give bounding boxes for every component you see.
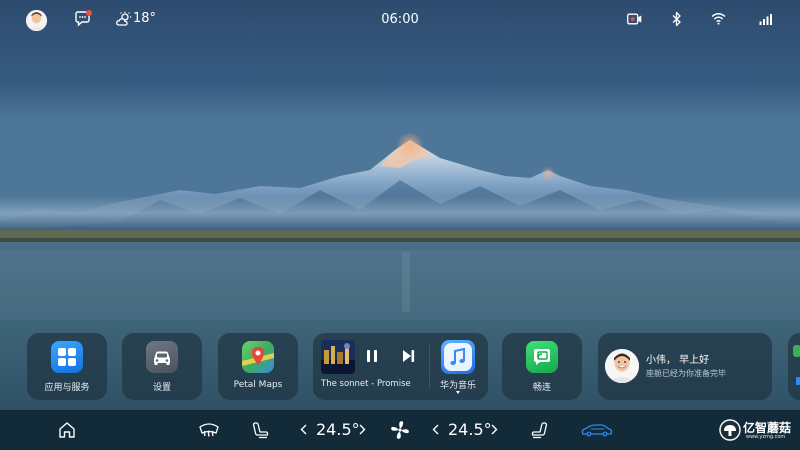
rear-defrost-icon[interactable] — [199, 422, 219, 438]
next-card-peek[interactable] — [788, 333, 800, 400]
chevron-right-icon[interactable] — [491, 424, 498, 435]
chevron-left-icon[interactable] — [300, 424, 307, 435]
chevron-down-icon[interactable] — [456, 391, 460, 394]
dashcam-record-icon[interactable] — [627, 13, 642, 25]
song-title: The sonnet - Promise — [321, 379, 411, 389]
app-label: 设置 — [152, 383, 171, 393]
music-app-label: 华为音乐 — [439, 381, 476, 391]
status-bar: 18° 06:00 — [0, 0, 800, 40]
wifi-icon[interactable] — [711, 12, 726, 25]
skip-next-icon[interactable] — [402, 349, 415, 363]
map-pin-icon[interactable] — [242, 341, 274, 373]
app-label: 应用与服务 — [44, 383, 90, 393]
fan-icon[interactable] — [390, 420, 410, 440]
watermark-logo-icon — [719, 419, 741, 441]
pause-icon[interactable] — [366, 349, 378, 363]
temperature-left: 24.5° — [316, 420, 360, 439]
indicator-partial — [796, 377, 800, 385]
watermark: 亿智蘑菇 www.yzmg.com — [719, 418, 793, 444]
app-icon-partial — [793, 345, 800, 357]
greeting-card[interactable]: 小伟， 早上好 座舱已经为你准备完毕 — [598, 333, 772, 400]
bluetooth-icon[interactable] — [672, 11, 682, 27]
temperature-right: 24.5° — [448, 420, 492, 439]
car-status-icon[interactable] — [581, 423, 613, 437]
climate-control-bar: 24.5° 24.5° — [0, 410, 800, 450]
watermark-url: www.yzmg.com — [746, 434, 786, 440]
greeting-title: 小伟， 早上好 — [646, 355, 710, 366]
seat-heat-left-icon[interactable] — [251, 421, 269, 439]
apps-grid-icon[interactable] — [51, 341, 83, 373]
music-widget: The sonnet - Promise 华为音乐 — [313, 333, 488, 400]
album-art[interactable] — [321, 340, 355, 374]
chevron-right-icon[interactable] — [359, 424, 366, 435]
car-settings-icon[interactable] — [146, 341, 178, 373]
app-label: 畅连 — [532, 383, 551, 393]
app-card-services[interactable]: 应用与服务 — [27, 333, 107, 400]
user-avatar-icon — [605, 349, 639, 383]
connect-screen-icon[interactable] — [526, 341, 558, 373]
chevron-left-icon[interactable] — [432, 424, 439, 435]
app-dock: 应用与服务 设置 Petal Maps The sonnet - Promise… — [0, 333, 800, 401]
app-label: Petal Maps — [233, 380, 283, 390]
cellular-signal-icon — [759, 14, 772, 25]
seat-heat-right-icon[interactable] — [531, 421, 549, 439]
app-card-connect[interactable]: 畅连 — [502, 333, 582, 400]
music-note-icon[interactable] — [441, 340, 475, 374]
home-icon[interactable] — [58, 421, 76, 439]
app-card-settings[interactable]: 设置 — [122, 333, 202, 400]
app-card-maps[interactable]: Petal Maps — [218, 333, 298, 400]
greeting-subtitle: 座舱已经为你准备完毕 — [646, 369, 726, 378]
divider — [429, 343, 430, 389]
